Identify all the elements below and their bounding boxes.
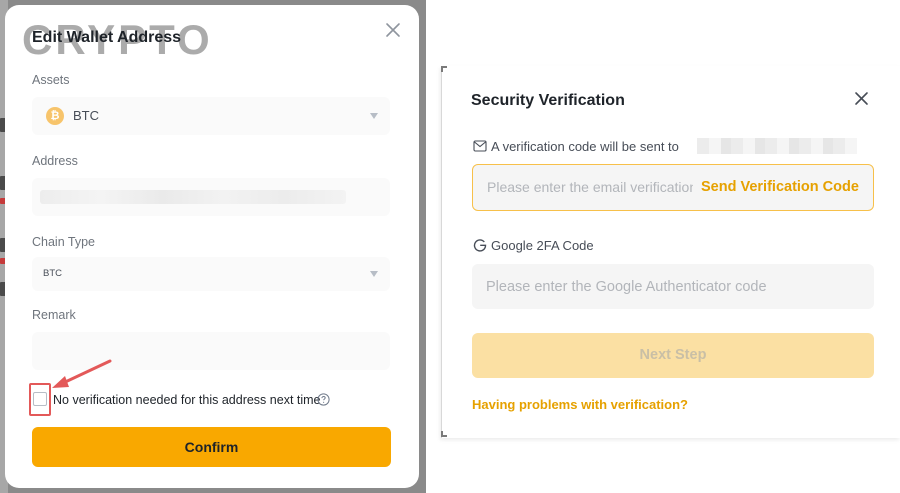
google-2fa-label: Google 2FA Code: [491, 238, 594, 253]
help-circle-icon[interactable]: [317, 393, 330, 406]
assets-label: Assets: [32, 73, 70, 87]
next-step-button[interactable]: Next Step: [472, 333, 874, 378]
chain-type-value: BTC: [43, 268, 62, 279]
chain-type-label: Chain Type: [32, 235, 96, 249]
address-label: Address: [32, 154, 78, 168]
masked-email: [697, 138, 857, 154]
remark-label: Remark: [32, 308, 76, 322]
email-code-field[interactable]: Send Verification Code: [472, 164, 874, 211]
code-sent-text: A verification code will be sent to: [491, 139, 679, 154]
crop-corner-mark: [441, 431, 447, 437]
asset-value: BTC: [73, 108, 99, 123]
address-field[interactable]: [32, 178, 390, 216]
no-verification-label: No verification needed for this address …: [53, 393, 321, 407]
confirm-button[interactable]: Confirm: [32, 427, 391, 467]
send-verification-code-button[interactable]: Send Verification Code: [701, 177, 859, 197]
modal-title: Edit Wallet Address: [32, 29, 182, 46]
chain-type-select[interactable]: BTC: [32, 257, 390, 291]
blurred-address: [40, 190, 346, 204]
chevron-down-icon: [370, 271, 378, 277]
verification-problems-link[interactable]: Having problems with verification?: [472, 397, 688, 413]
crop-corner-mark: [441, 66, 447, 72]
google-2fa-field[interactable]: [472, 264, 874, 309]
no-verification-checkbox[interactable]: [33, 392, 47, 406]
email-code-input[interactable]: [487, 165, 693, 209]
bitcoin-coin-icon: ₿: [46, 107, 64, 125]
annotation-arrow: [52, 359, 112, 388]
google-2fa-input[interactable]: [486, 264, 866, 309]
modal-title: Security Verification: [471, 92, 625, 109]
mail-icon: [473, 140, 487, 152]
google-icon: [473, 239, 487, 252]
close-icon[interactable]: [384, 21, 402, 39]
chevron-down-icon: [370, 113, 378, 119]
close-icon[interactable]: [853, 90, 870, 107]
assets-select[interactable]: ₿ BTC: [32, 97, 390, 135]
